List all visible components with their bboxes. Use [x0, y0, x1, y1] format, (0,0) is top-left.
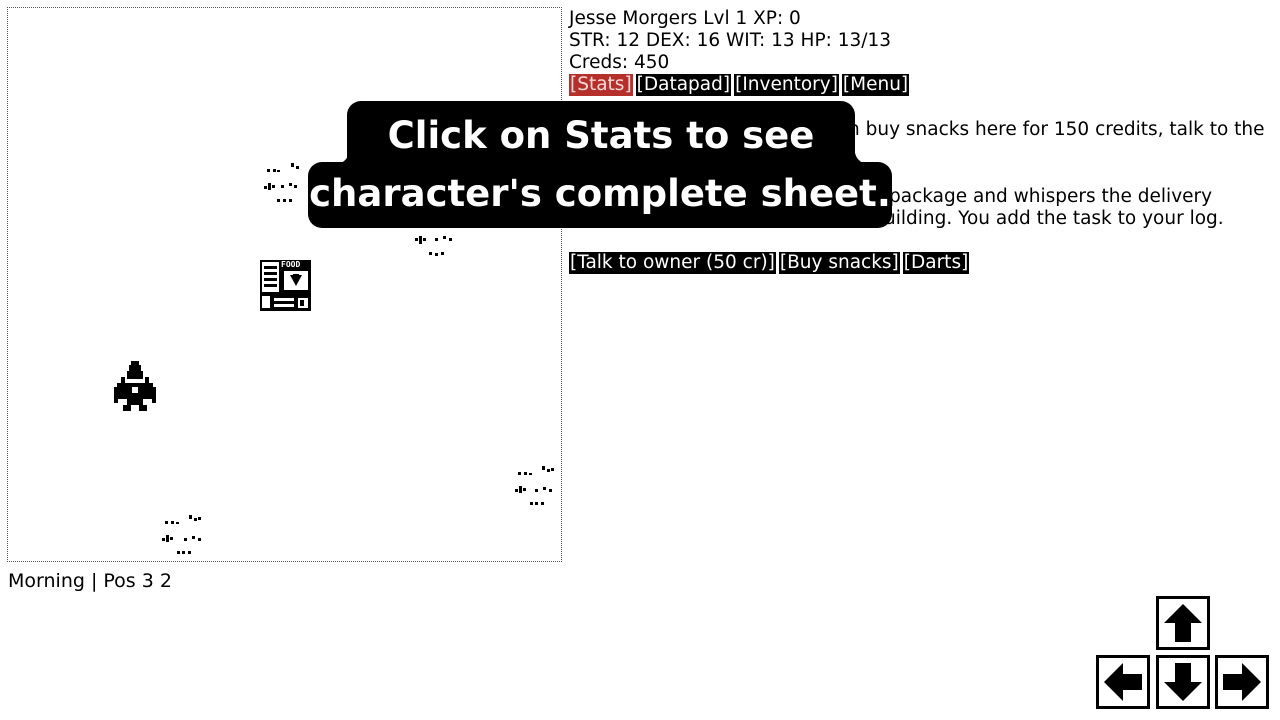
- main-menu: [Stats] [Datapad] [Inventory] [Menu]: [569, 74, 1269, 98]
- character-panel: Jesse Morgers Lvl 1 XP: 0 STR: 12 DEX: 1…: [569, 8, 1269, 98]
- move-right-button[interactable]: [1215, 655, 1269, 709]
- player-attributes: STR: 12 DEX: 16 WIT: 13 HP: 13/13: [569, 30, 892, 51]
- narrative-text: uilding. You add the task to your log.: [884, 208, 1224, 229]
- menu-button[interactable]: [Menu]: [841, 74, 910, 96]
- building-sign: FOOD: [281, 260, 301, 269]
- narrative-text: package and whispers the delivery: [889, 186, 1213, 207]
- buy-snacks-button[interactable]: [Buy snacks]: [778, 252, 900, 274]
- inventory-button[interactable]: [Inventory]: [734, 74, 839, 96]
- asteroid-icon: [415, 236, 452, 256]
- move-up-button[interactable]: [1156, 596, 1210, 650]
- move-left-button[interactable]: [1096, 655, 1150, 709]
- status-line: Morning | Pos 3 2: [8, 570, 172, 592]
- ship-icon: [114, 361, 156, 411]
- player-credits: Creds: 450: [569, 52, 670, 73]
- building-icon[interactable]: FOOD: [260, 260, 311, 311]
- stats-button[interactable]: [Stats]: [569, 74, 633, 96]
- arrow-down-icon: [1164, 663, 1202, 701]
- narrative-text: n buy snacks here for 150 credits, talk …: [848, 119, 1265, 140]
- move-down-button[interactable]: [1156, 655, 1210, 709]
- tooltip-line-2: character's complete sheet.: [309, 172, 891, 215]
- talk-to-owner-button[interactable]: [Talk to owner (50 cr)]: [569, 252, 776, 274]
- asteroid-icon: [162, 515, 201, 554]
- darts-button[interactable]: [Darts]: [902, 252, 970, 274]
- arrow-right-icon: [1223, 663, 1261, 701]
- asteroid-icon: [264, 163, 299, 202]
- asteroid-icon: [515, 466, 554, 505]
- arrow-up-icon: [1164, 604, 1202, 642]
- map-view[interactable]: FOOD: [7, 7, 562, 562]
- datapad-button[interactable]: [Datapad]: [635, 74, 732, 96]
- arrow-left-icon: [1104, 663, 1142, 701]
- location-actions: [Talk to owner (50 cr)] [Buy snacks] [Dart…: [569, 252, 972, 274]
- player-summary: Jesse Morgers Lvl 1 XP: 0: [569, 8, 801, 29]
